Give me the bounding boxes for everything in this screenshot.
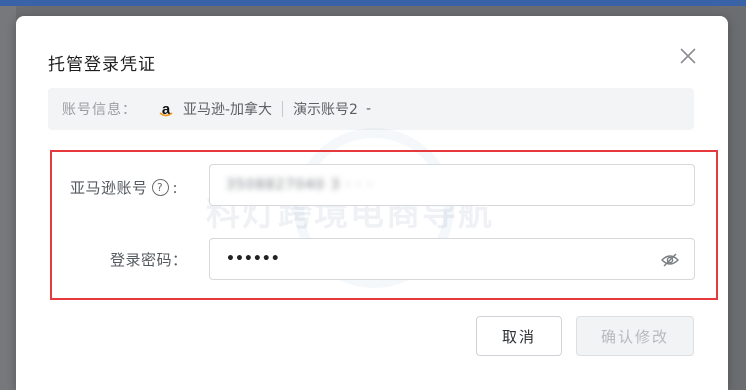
account-name: 演示账号2: [293, 102, 358, 118]
account-label-colon: :: [172, 178, 179, 197]
credential-dialog: 托管登录凭证 账号信息： a 亚马逊-加拿大 演示账号2 - 科灯跨境电商导航 …: [16, 16, 728, 390]
modal-backdrop: [0, 6, 16, 390]
account-value: 3508827040 3 · · ·: [226, 177, 374, 193]
store-name: 亚马逊-加拿大: [183, 102, 273, 118]
app-top-strip: [0, 0, 746, 6]
account-input[interactable]: 3508827040 3 · · ·: [209, 164, 695, 206]
question-circle-icon[interactable]: ?: [151, 179, 169, 196]
password-label-text: 登录密码：: [110, 251, 188, 269]
account-label-text: 亚马逊账号: [70, 179, 148, 197]
dialog-title: 托管登录凭证: [48, 55, 156, 75]
amazon-logo-icon: a: [159, 100, 173, 118]
account-info-bar: 账号信息： a 亚马逊-加拿大 演示账号2 -: [48, 88, 694, 130]
confirm-button[interactable]: 确认修改: [576, 316, 694, 356]
password-value: ••••••: [226, 251, 280, 267]
account-field-label: 亚马逊账号 ? :: [70, 177, 178, 198]
password-field-label: 登录密码：: [110, 249, 188, 270]
eye-slash-icon[interactable]: [660, 250, 680, 270]
password-input[interactable]: ••••••: [209, 238, 695, 280]
info-label: 账号信息：: [62, 102, 137, 118]
info-dash: -: [365, 101, 372, 117]
cancel-button[interactable]: 取消: [476, 316, 562, 356]
credential-form-highlight: 亚马逊账号 ? : 3508827040 3 · · · 登录密码： •••••…: [50, 150, 718, 300]
info-separator: [282, 101, 284, 117]
close-icon[interactable]: [676, 44, 700, 68]
